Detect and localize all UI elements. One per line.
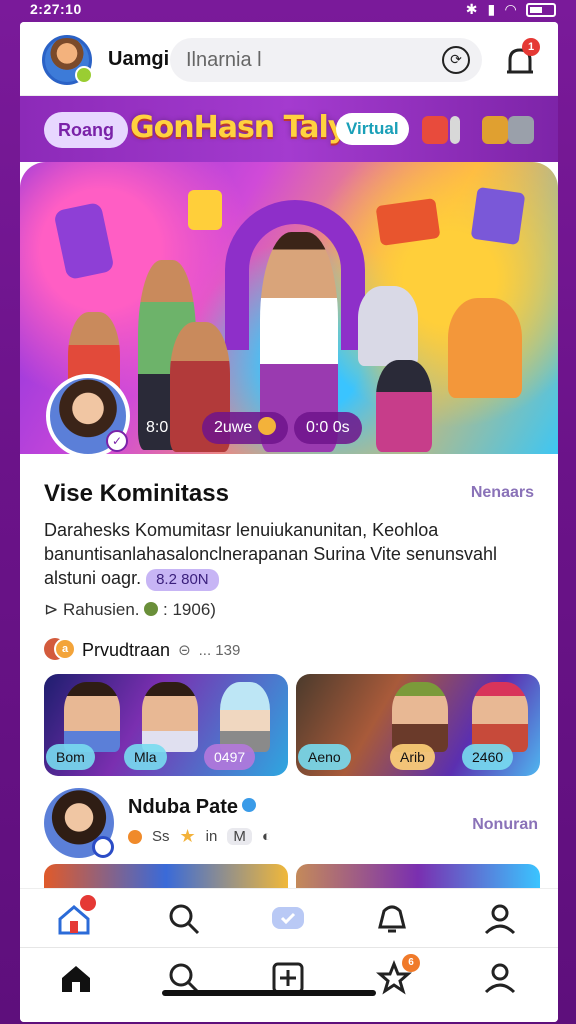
profile-avatar[interactable] [44,788,114,858]
meta-icon [144,602,159,616]
profile-stat: M [227,828,252,845]
producer-badge: a [54,638,76,660]
bunny-character [358,286,418,366]
search-text: Ilnarnia l [186,49,262,71]
verified-badge-icon [92,836,114,858]
chip-virtual[interactable]: Virtual [336,113,409,145]
robot-icon[interactable] [508,116,534,144]
search-icon[interactable] [164,899,204,939]
app-card: Uamgi Ilnarnia l ⟳ 1 Roang GonHasn Taly … [20,22,558,1022]
profile-name-text: Nduba Pate [128,796,239,818]
profile-card-icon [188,190,222,230]
meta-value: : 1906) [163,600,216,619]
music-card-icon [53,201,115,281]
status-time: 2:27:10 [30,1,82,17]
host-avatar[interactable]: ✓ [46,374,130,454]
chip-roang[interactable]: Roang [44,112,128,148]
profile-stat: Ss [152,828,170,845]
tile-tag: Arib [390,744,435,770]
user-avatar[interactable] [42,35,93,85]
notification-badge: 6 [402,954,420,972]
character-icon[interactable] [422,116,448,144]
media-tile[interactable]: Aeno Arib 2460 [296,674,540,776]
category-bar: Roang GonHasn Taly Virtual [20,96,558,162]
tile-tag: Aeno [298,744,351,770]
fire-icon [128,829,142,844]
community-description: Darahesks Komumitasr lenuiukanunitan, Ke… [44,518,538,591]
producer-label: Prvudtraan [82,639,171,660]
bell-icon[interactable] [372,899,412,939]
notification-dot [80,895,96,911]
notification-badge: 1 [522,38,540,56]
profile-stat: in [205,828,218,845]
media-tile[interactable]: Bom Mla 0497 [44,674,288,776]
woman-figure [376,360,432,452]
search-action-icon[interactable]: ⟳ [442,46,470,74]
hero-coin-pill[interactable]: 2uwe [202,412,289,444]
producer-row[interactable]: a Prvudtraan ⊝ ... 139 [44,636,240,664]
username: Uamgi [108,48,170,70]
secondary-tab-bar [20,888,558,948]
producer-count-icon: ⊝ [178,642,191,659]
comment-icon: ◐ [261,828,271,845]
top-bar: Uamgi Ilnarnia l ⟳ 1 [20,22,558,96]
online-status-icon [75,66,93,84]
profile-icon[interactable] [480,899,520,939]
host-badge-icon: ✓ [106,430,128,452]
signal-icon: ▮ [487,1,496,17]
person-thumbnail [142,682,198,752]
status-bar: 2:27:10 ✱ ▮ ◠ [0,0,576,20]
meta-label: Rahusien. [62,600,140,619]
character-icon[interactable] [482,116,508,144]
see-more-link[interactable]: Nenaars [471,484,534,502]
character-thumbnail [392,682,448,752]
star-icon: ★ [179,826,196,846]
home-indicator[interactable] [162,990,376,996]
profile-name: Nduba Pate [128,796,257,819]
profile-stats: Ss ★ in M ◐ [128,826,271,847]
hero-banner[interactable]: ✓ 8:0 2uwe 0:0 0s [20,162,558,454]
person-thumbnail [64,682,120,752]
status-icons: ✱ ▮ ◠ [466,1,556,18]
bluetooth-icon: ✱ [465,1,478,17]
coin-icon [258,417,277,435]
hero-time-pill[interactable]: 0:0 0s [294,412,362,444]
profile-row[interactable]: Nduba Pate Ss ★ in M ◐ Nonuran [44,788,538,858]
character-thumbnail [472,682,528,752]
home-icon[interactable] [56,958,96,998]
section-title: Vise Kominitass [44,480,229,507]
gift-box-icon [375,198,441,246]
coin-label: 2uwe [214,419,253,436]
profile-icon[interactable] [480,958,520,998]
tile-tag: 2460 [462,744,514,770]
cat-character [448,298,522,398]
description-text: Darahesks Komumitasr lenuiukanunitan, Ke… [44,520,498,588]
verified-icon [242,798,257,812]
main-tab-bar: 6 [20,948,558,1022]
search-input[interactable]: Ilnarnia l ⟳ [170,38,482,82]
notification-button[interactable]: 1 [500,38,540,82]
producer-count: ... 139 [198,641,241,659]
producer-avatars: a [44,636,76,664]
star-notif-icon[interactable]: 6 [374,954,420,998]
tile-tag: Mla [124,744,167,770]
chat-icon[interactable] [268,899,308,939]
home-alt-icon[interactable] [54,895,96,939]
tile-tag: 0497 [204,744,256,770]
battery-icon [526,2,556,17]
hero-stat: 8:0 [146,419,169,436]
wifi-icon: ◠ [505,1,516,17]
profile-more-link[interactable]: Nonuran [472,816,538,834]
person-thumbnail [220,682,270,752]
flag-icon: ⊳ [44,600,59,619]
brand-title: GonHasn Taly [130,110,347,145]
tool-icon [450,116,460,144]
tile-tag: Bom [46,744,95,770]
meta-row: ⊳ Rahusien. : 1906) [44,600,216,620]
description-tag[interactable]: 8.2 80N [146,569,219,591]
calendar-icon [470,186,526,246]
